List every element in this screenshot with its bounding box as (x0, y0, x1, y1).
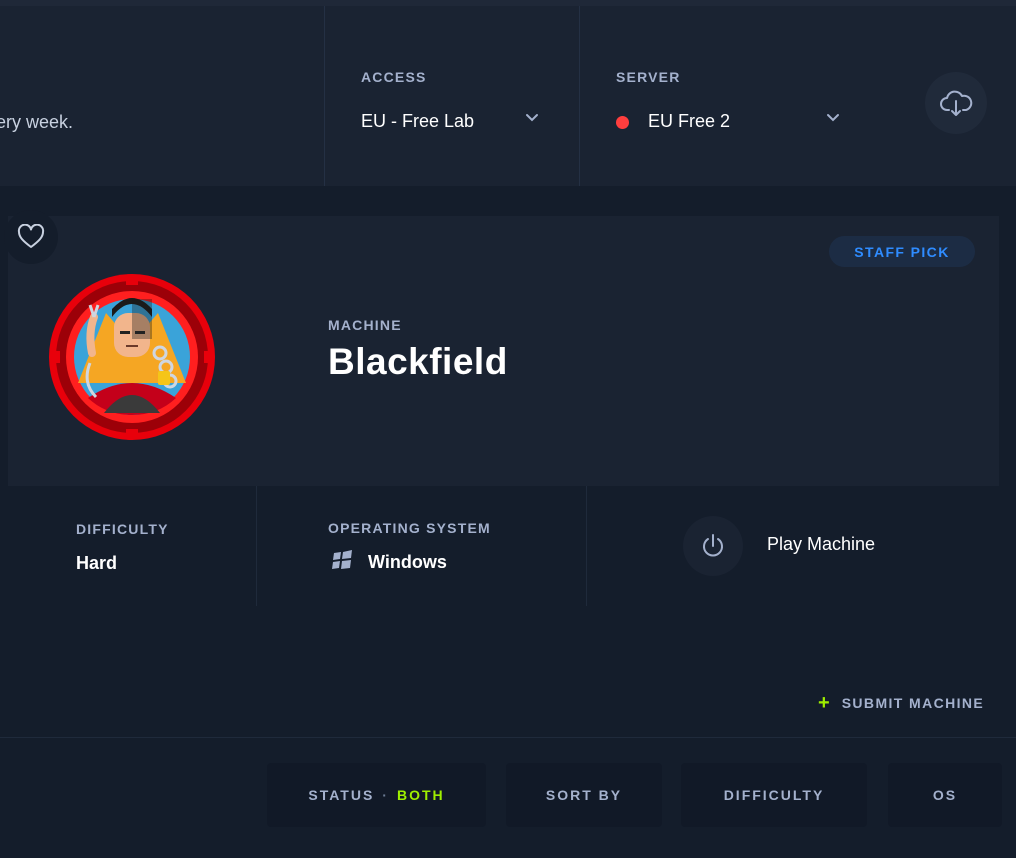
plus-icon: + (818, 692, 830, 714)
divider (579, 6, 580, 186)
download-vpn-button[interactable] (925, 72, 987, 134)
sort-by-label: SORT BY (545, 787, 623, 803)
announcement-text: ery week. (0, 112, 74, 132)
sort-by-filter[interactable]: SORT BY (506, 763, 662, 827)
lab-access-bar (0, 6, 1016, 186)
difficulty-filter[interactable]: DIFFICULTY (681, 763, 867, 827)
submit-machine-label: SUBMIT MACHINE (841, 695, 985, 711)
server-label: SERVER (616, 69, 681, 85)
machine-label: MACHINE (328, 317, 402, 333)
staff-pick-badge: STAFF PICK (829, 236, 975, 267)
favorite-button[interactable] (4, 210, 58, 264)
os-filter[interactable]: OS (888, 763, 1002, 827)
os-value: Windows (368, 552, 447, 572)
divider (0, 737, 1016, 738)
access-select[interactable]: EU - Free Lab (361, 111, 474, 132)
machine-name[interactable]: Blackfield (328, 341, 508, 383)
divider (586, 486, 587, 606)
os-filter-label: OS (932, 787, 958, 803)
chevron-down-icon[interactable] (826, 113, 840, 123)
difficulty-value: Hard (76, 553, 118, 573)
submit-machine-button[interactable]: + SUBMIT MACHINE (818, 692, 985, 714)
windows-icon (332, 550, 352, 569)
power-icon (703, 534, 723, 557)
play-machine-label[interactable]: Play Machine (767, 534, 875, 555)
cloud-download-icon (940, 90, 973, 116)
server-select[interactable]: EU Free 2 (648, 111, 730, 132)
os-label: OPERATING SYSTEM (328, 520, 491, 536)
heart-icon (17, 224, 45, 248)
status-filter-value: BOTH (396, 787, 445, 803)
difficulty-label: DIFFICULTY (76, 521, 169, 537)
chevron-down-icon[interactable] (525, 113, 539, 123)
divider (324, 6, 325, 186)
status-separator: · (382, 787, 389, 803)
divider (256, 486, 257, 606)
status-filter[interactable]: STATUS · BOTH (267, 763, 486, 827)
access-label: ACCESS (361, 69, 427, 85)
server-status-dot (616, 116, 629, 129)
play-machine-button[interactable] (683, 516, 743, 576)
status-filter-label: STATUS (308, 787, 375, 803)
machine-avatar (49, 274, 215, 440)
difficulty-filter-label: DIFFICULTY (723, 787, 825, 803)
